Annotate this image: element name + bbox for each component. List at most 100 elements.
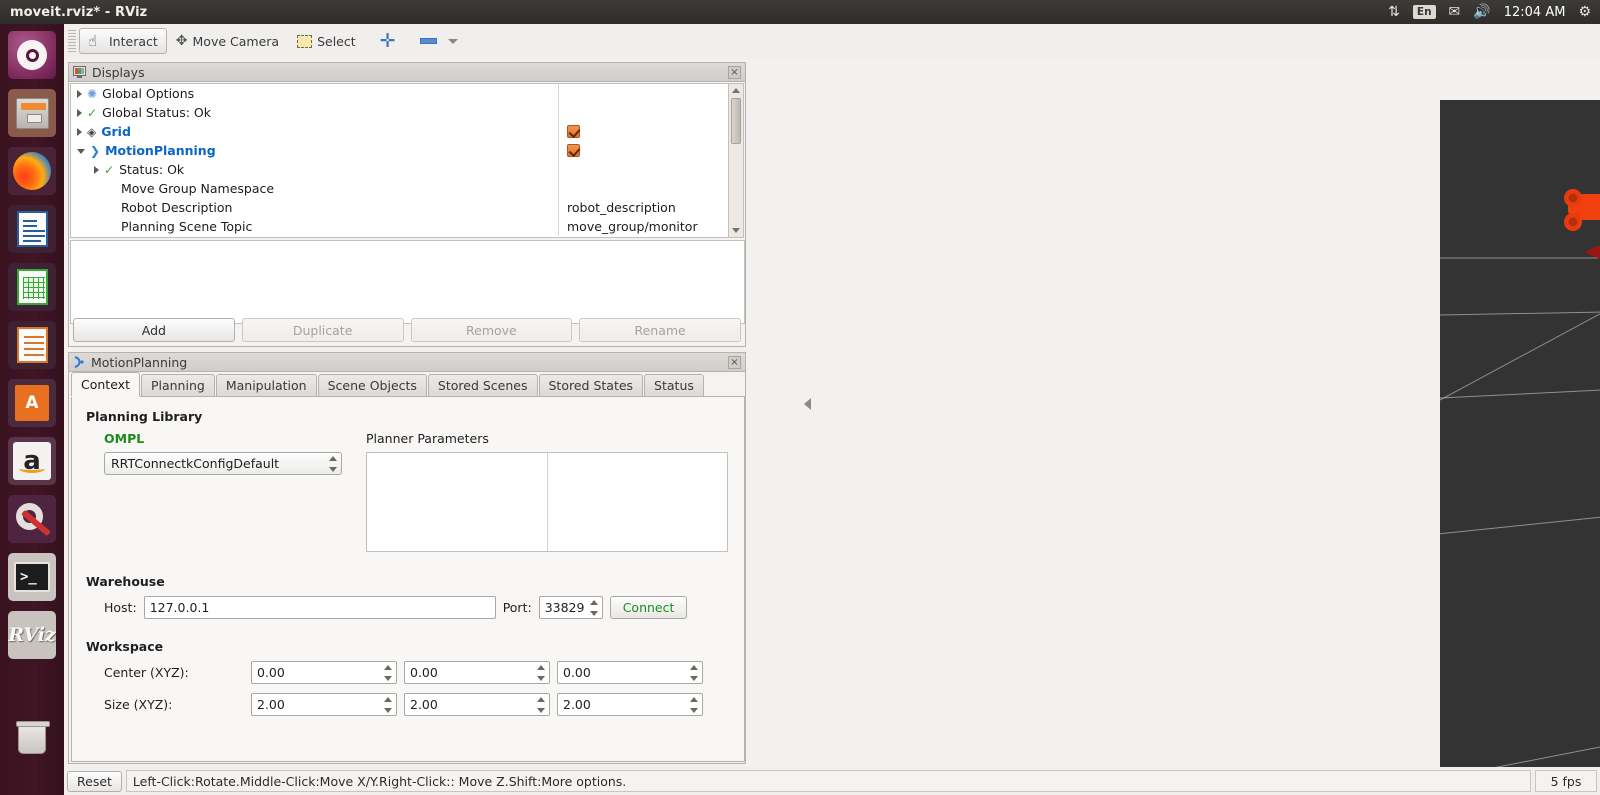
rviz-icon: RViz (8, 624, 56, 646)
launcher-item-trash[interactable] (8, 715, 56, 763)
toolbar-drag-handle[interactable] (68, 30, 76, 52)
tab-planning[interactable]: Planning (140, 374, 215, 396)
displays-tree-label: Robot Description (121, 200, 233, 215)
launcher-item-libreoffice-writer[interactable] (8, 205, 56, 253)
warehouse-port-input[interactable]: 33829 (538, 596, 603, 619)
displays-tree-value: move_group/monitor (567, 219, 698, 234)
center-y-spinbox[interactable]: 0.00 (404, 661, 550, 684)
size-x-value: 2.00 (257, 697, 285, 712)
add-button[interactable]: Add (73, 318, 235, 342)
warehouse-host-input[interactable]: 127.0.0.1 (143, 596, 496, 619)
scroll-up-icon[interactable] (732, 88, 740, 93)
launcher-item-system-settings[interactable] (8, 495, 56, 543)
displays-tree-row[interactable]: ✓ Global Status: Ok (71, 103, 728, 122)
warehouse-connect-button[interactable]: Connect (609, 596, 688, 619)
size-x-spinbox[interactable]: 2.00 (251, 693, 397, 716)
planner-parameters-table[interactable] (366, 452, 728, 552)
clock[interactable]: 12:04 AM (1504, 5, 1566, 20)
status-hint-part: More options. (541, 773, 627, 789)
scroll-down-icon[interactable] (732, 228, 740, 233)
workspace-heading: Workspace (86, 639, 164, 654)
tab-scene-objects[interactable]: Scene Objects (317, 374, 427, 396)
mail-icon[interactable]: ✉ (1449, 5, 1461, 19)
expander-expanded-icon[interactable] (77, 149, 85, 154)
displays-tree-row[interactable]: ✺ Global Options (71, 84, 728, 103)
tab-stored-states[interactable]: Stored States (538, 374, 644, 396)
robot-scene (1440, 100, 1600, 784)
size-z-spinner-icon[interactable] (690, 697, 698, 713)
launcher-item-libreoffice-impress[interactable] (8, 321, 56, 369)
writer-icon (16, 211, 48, 247)
amazon-icon: a (13, 442, 51, 480)
tab-stored-scenes[interactable]: Stored Scenes (427, 374, 538, 396)
displays-tree-row[interactable]: ◈ Grid (71, 122, 728, 141)
launcher-item-software-center[interactable]: A (8, 379, 56, 427)
ubuntu-logo-icon (17, 40, 47, 70)
files-icon (15, 97, 49, 129)
context-tab-content: Planning Library OMPL RRTConnectkConfigD… (71, 397, 745, 762)
size-y-spinbox[interactable]: 2.00 (404, 693, 550, 716)
chevron-down-icon[interactable] (447, 38, 458, 44)
center-z-spinner-icon[interactable] (690, 665, 698, 681)
reset-button[interactable]: Reset (67, 770, 122, 792)
check-icon: ✓ (87, 105, 98, 120)
size-z-spinbox[interactable]: 2.00 (557, 693, 703, 716)
viewport-container (748, 62, 1600, 784)
center-z-spinbox[interactable]: 0.00 (557, 661, 703, 684)
expander-collapsed-icon[interactable] (94, 165, 99, 174)
displays-close-button[interactable]: × (728, 65, 741, 79)
session-menu-icon[interactable]: ⚙ (1578, 5, 1591, 19)
launcher-item-firefox[interactable] (8, 147, 56, 195)
keyboard-layout-indicator[interactable]: En (1412, 4, 1436, 20)
tab-manipulation[interactable]: Manipulation (215, 374, 317, 396)
launcher-item-ubuntu-dash[interactable] (8, 31, 56, 79)
displays-panel: Displays × ✺ Global Options ✓ Global Status… (68, 62, 746, 347)
motionplanning-close-button[interactable]: × (728, 355, 741, 369)
scrollbar-thumb[interactable] (731, 98, 741, 144)
tool-remove[interactable] (411, 28, 467, 54)
expander-collapsed-icon[interactable] (77, 108, 82, 117)
center-x-spinbox[interactable]: 0.00 (251, 661, 397, 684)
launcher-item-amazon[interactable]: a (8, 437, 56, 485)
combobox-spinner-icon[interactable] (329, 456, 337, 472)
center-y-spinner-icon[interactable] (537, 665, 545, 681)
planner-config-combobox[interactable]: RRTConnectkConfigDefault (104, 452, 342, 475)
size-y-spinner-icon[interactable] (537, 697, 545, 713)
tool-select[interactable]: Select (288, 28, 365, 54)
displays-tree-row[interactable]: ✓ Status: Ok (71, 160, 728, 179)
size-x-spinner-icon[interactable] (384, 697, 392, 713)
collapse-left-panel-icon[interactable] (804, 398, 811, 410)
port-spinner-icon[interactable] (589, 600, 598, 616)
expander-collapsed-icon[interactable] (77, 89, 82, 98)
display-enabled-checkbox[interactable] (567, 144, 580, 157)
host-label: Host: (104, 600, 137, 615)
center-z-value: 0.00 (563, 665, 591, 680)
tool-interact[interactable]: Interact (79, 28, 167, 54)
expander-collapsed-icon[interactable] (77, 127, 82, 136)
displays-tree-row[interactable]: Move Group Namespace (71, 179, 728, 198)
volume-icon[interactable]: 🔊 (1473, 5, 1490, 19)
launcher-item-libreoffice-calc[interactable] (8, 263, 56, 311)
tool-move-camera[interactable]: ✥ Move Camera (167, 28, 288, 54)
displays-panel-titlebar: Displays × (69, 63, 745, 82)
motionplanning-tabs: Context Planning Manipulation Scene Objects… (71, 372, 745, 397)
display-enabled-checkbox[interactable] (567, 125, 580, 138)
center-xyz-label: Center (XYZ): (104, 665, 189, 680)
status-hint-part: : Move Z. (450, 773, 509, 789)
launcher-item-terminal[interactable]: >_ (8, 553, 56, 601)
launcher-item-files[interactable] (8, 89, 56, 137)
3d-viewport[interactable] (1440, 100, 1600, 784)
select-rectangle-icon (297, 34, 313, 48)
displays-tree-row[interactable]: Planning Scene Topic move_group/monitor (71, 217, 728, 236)
displays-tree-row[interactable]: Robot Description robot_description (71, 198, 728, 217)
center-x-spinner-icon[interactable] (384, 665, 392, 681)
displays-tree-row[interactable]: ❯ MotionPlanning (71, 141, 728, 160)
displays-tree[interactable]: ✺ Global Options ✓ Global Status: Ok ◈ Grid ❯ M… (70, 83, 729, 238)
remove-button: Remove (410, 318, 573, 342)
tool-add[interactable]: ✛ (371, 28, 405, 54)
tab-context[interactable]: Context (71, 372, 140, 396)
displays-tree-scrollbar[interactable] (729, 83, 744, 238)
network-icon[interactable]: ⇅ (1388, 5, 1400, 19)
launcher-item-rviz[interactable]: RViz (8, 611, 56, 659)
tab-status[interactable]: Status (644, 374, 704, 396)
